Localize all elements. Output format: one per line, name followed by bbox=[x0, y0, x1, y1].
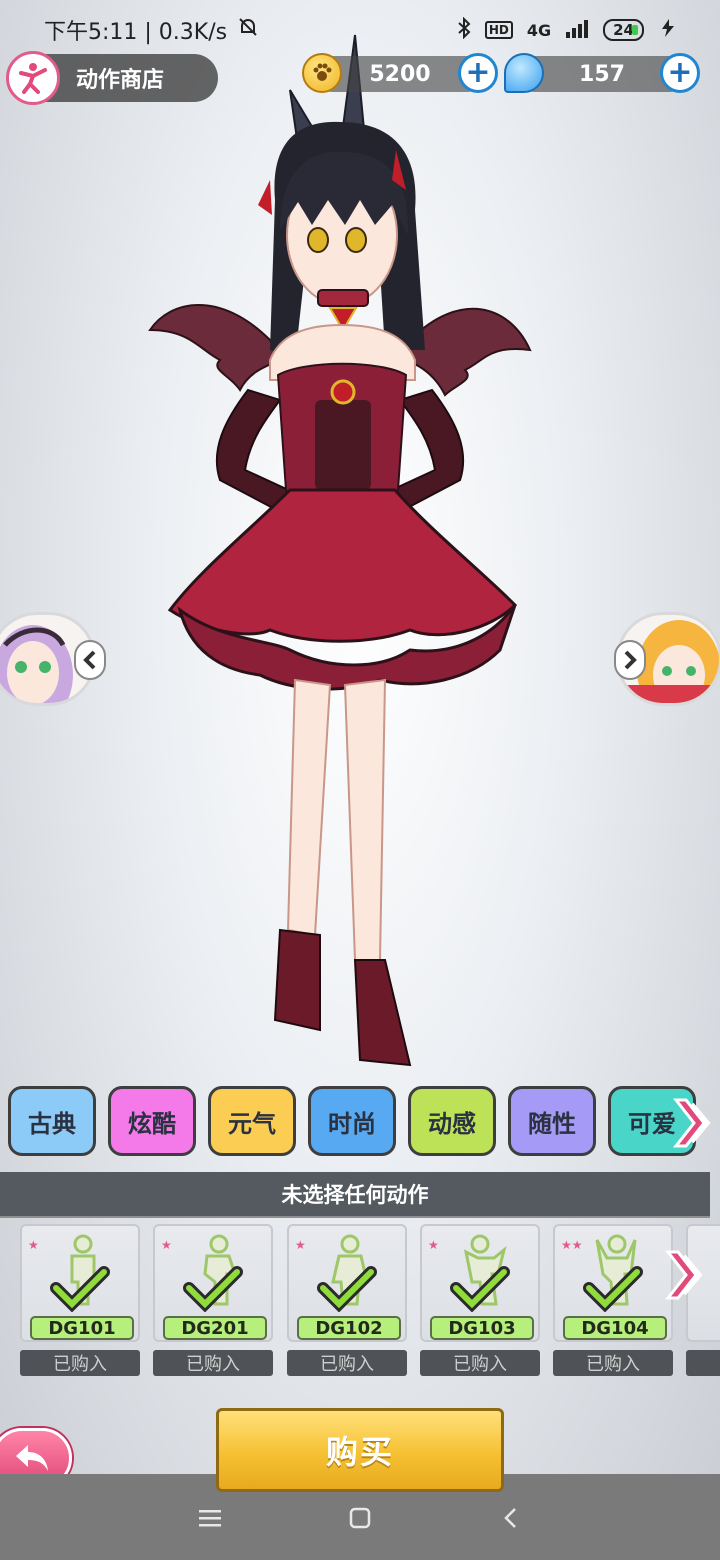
action-code: DG201 bbox=[163, 1316, 267, 1340]
coin-amount: 5200 bbox=[369, 61, 431, 87]
action-code: DG102 bbox=[297, 1316, 401, 1340]
star-icon: ★ bbox=[428, 1238, 439, 1252]
category-tab-dynamic[interactable]: 动感 bbox=[408, 1086, 496, 1156]
battery-level: 24 bbox=[613, 21, 634, 39]
category-tab-fashion[interactable]: 时尚 bbox=[308, 1086, 396, 1156]
purchased-label: 已购入 bbox=[553, 1350, 673, 1376]
action-card[interactable]: ★ DG103 bbox=[420, 1224, 540, 1342]
category-tab-classic[interactable]: 古典 bbox=[8, 1086, 96, 1156]
checkmark-icon bbox=[317, 1266, 377, 1312]
crystal-gem-icon bbox=[504, 53, 544, 93]
star-icon: ★ bbox=[161, 1238, 172, 1252]
action-code: DG103 bbox=[430, 1316, 534, 1340]
signal-icon bbox=[565, 18, 589, 42]
checkmark-icon bbox=[50, 1266, 110, 1312]
checkmark-icon bbox=[450, 1266, 510, 1312]
checkmark-icon bbox=[583, 1266, 643, 1312]
buy-button[interactable]: 购买 bbox=[216, 1408, 504, 1492]
back-arrow-icon bbox=[16, 1445, 48, 1471]
paw-coin-icon bbox=[302, 53, 342, 93]
add-gems-button[interactable]: + bbox=[660, 53, 700, 93]
charging-icon bbox=[658, 18, 678, 42]
purchased-label-partial bbox=[686, 1350, 720, 1376]
dance-figure-icon bbox=[6, 51, 60, 105]
category-tabs: 古典 炫酷 元气 时尚 动感 随性 可爱 bbox=[8, 1086, 720, 1158]
action-card[interactable]: ★ DG201 bbox=[153, 1224, 273, 1342]
add-coins-button[interactable]: + bbox=[458, 53, 498, 93]
category-tab-energetic[interactable]: 元气 bbox=[208, 1086, 296, 1156]
page-title: 动作商店 bbox=[76, 68, 165, 93]
action-list: ★ DG101 已购入 ★ DG201 已购入 ★ DG102 已购入 ★ DG… bbox=[0, 1224, 720, 1384]
purchased-label: 已购入 bbox=[420, 1350, 540, 1376]
action-code: DG104 bbox=[563, 1316, 667, 1340]
nav-back-icon[interactable] bbox=[490, 1498, 530, 1538]
purchased-label: 已购入 bbox=[153, 1350, 273, 1376]
category-tab-casual[interactable]: 随性 bbox=[508, 1086, 596, 1156]
action-card[interactable]: ★★ DG104 bbox=[553, 1224, 673, 1342]
prev-character-button[interactable] bbox=[74, 640, 106, 680]
next-character-button[interactable] bbox=[614, 640, 646, 680]
category-tab-cool[interactable]: 炫酷 bbox=[108, 1086, 196, 1156]
home-icon[interactable] bbox=[340, 1498, 380, 1538]
gem-amount: 157 bbox=[579, 61, 625, 87]
purchased-label: 已购入 bbox=[20, 1350, 140, 1376]
selection-status-text: 未选择任何动作 bbox=[281, 1183, 429, 1207]
star-icon: ★ bbox=[295, 1238, 306, 1252]
purchased-label: 已购入 bbox=[287, 1350, 407, 1376]
action-code: DG101 bbox=[30, 1316, 134, 1340]
action-card[interactable]: ★ DG101 bbox=[20, 1224, 140, 1342]
battery-icon: 24 bbox=[603, 19, 644, 41]
character-model[interactable] bbox=[130, 30, 550, 1080]
categories-scroll-right-icon[interactable] bbox=[672, 1096, 714, 1150]
star-icon: ★ bbox=[28, 1238, 39, 1252]
buy-button-label: 购买 bbox=[325, 1433, 394, 1471]
star-icon: ★★ bbox=[561, 1238, 583, 1252]
selection-status-banner: 未选择任何动作 bbox=[0, 1172, 710, 1218]
checkmark-icon bbox=[183, 1266, 243, 1312]
shop-header: 动作商店 bbox=[6, 51, 218, 105]
action-card[interactable]: ★ DG102 bbox=[287, 1224, 407, 1342]
menu-icon[interactable] bbox=[190, 1498, 230, 1538]
actions-scroll-right-icon[interactable] bbox=[664, 1248, 706, 1302]
